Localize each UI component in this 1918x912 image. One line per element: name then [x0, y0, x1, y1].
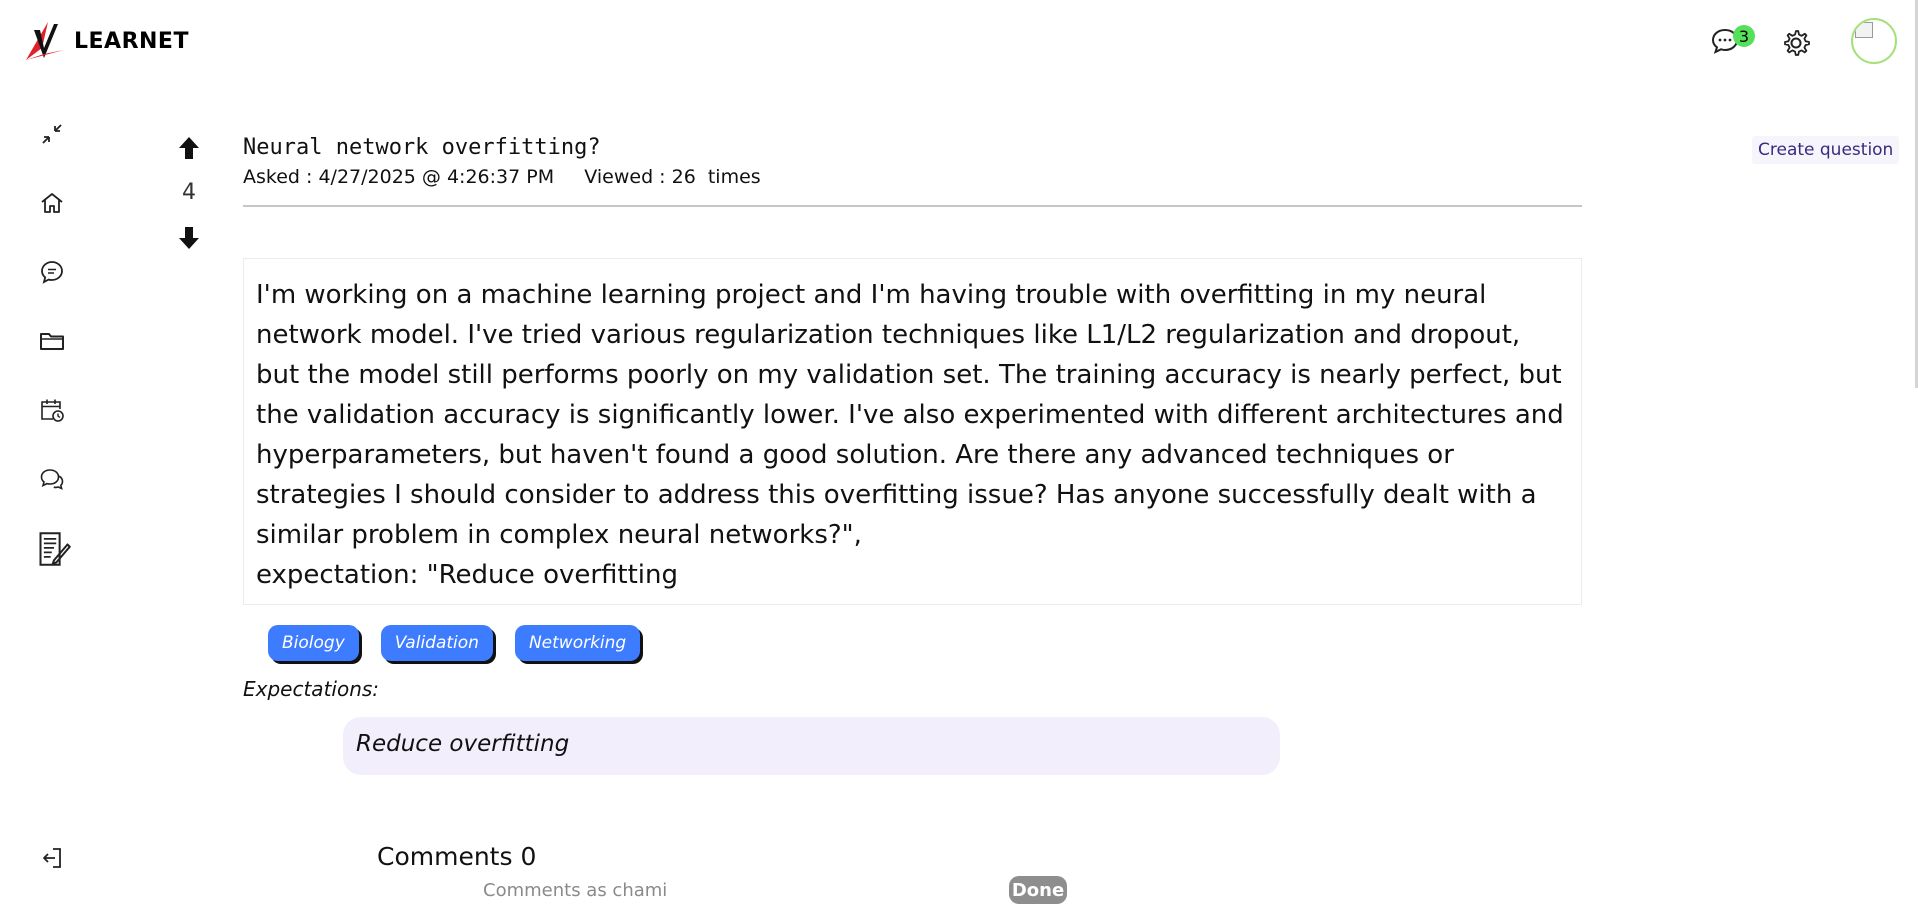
- home-icon: [41, 193, 63, 213]
- tag-networking[interactable]: Networking: [514, 625, 641, 661]
- learnet-logo-icon: [26, 22, 64, 60]
- question-title: Neural network overfitting?: [243, 135, 601, 160]
- user-avatar[interactable]: [1851, 18, 1897, 64]
- logout-button[interactable]: [36, 842, 68, 874]
- title-divider: [243, 205, 1582, 207]
- sidebar-item-discussions[interactable]: [36, 463, 68, 495]
- sidebar-item-messages[interactable]: [36, 256, 68, 288]
- expectations-label: Expectations:: [243, 677, 380, 701]
- notes-edit-icon: [39, 532, 71, 566]
- vote-count: 4: [182, 180, 196, 205]
- expectation-item: Reduce overfitting: [343, 717, 1280, 775]
- gear-icon: [1784, 30, 1810, 56]
- sidebar-item-calendar[interactable]: [36, 394, 68, 426]
- logout-icon: [43, 848, 61, 868]
- folder-icon: [40, 333, 64, 350]
- settings-button[interactable]: [1779, 26, 1813, 60]
- brand-name: LEARNET: [74, 28, 189, 54]
- upvote-arrow-icon[interactable]: [178, 136, 200, 160]
- calendar-clock-icon: [41, 399, 64, 422]
- tag-list: Biology Validation Networking: [268, 625, 641, 661]
- conversation-icon: [40, 469, 64, 490]
- notification-badge: 3: [1733, 25, 1755, 47]
- done-button[interactable]: Done: [1009, 876, 1067, 904]
- sidebar-collapse-button[interactable]: [36, 118, 68, 150]
- comments-title: Comments 0: [377, 842, 537, 871]
- tag-biology[interactable]: Biology: [268, 625, 359, 661]
- collapse-icon: [42, 124, 62, 144]
- chat-bubble-icon: [41, 261, 63, 284]
- broken-image-icon: [1855, 22, 1873, 38]
- tag-validation[interactable]: Validation: [380, 625, 493, 661]
- comment-input[interactable]: Comments as chami: [483, 880, 667, 901]
- sidebar-item-folders[interactable]: [36, 325, 68, 357]
- brand[interactable]: LEARNET: [26, 20, 189, 62]
- question-meta: Asked : 4/27/2025 @ 4:26:37 PM Viewed : …: [243, 166, 761, 188]
- create-question-button[interactable]: Create question: [1752, 136, 1900, 164]
- question-body: I'm working on a machine learning projec…: [243, 258, 1582, 605]
- downvote-arrow-icon[interactable]: [178, 226, 200, 250]
- sidebar-item-notes[interactable]: [36, 530, 72, 568]
- sidebar-item-home[interactable]: [36, 187, 68, 219]
